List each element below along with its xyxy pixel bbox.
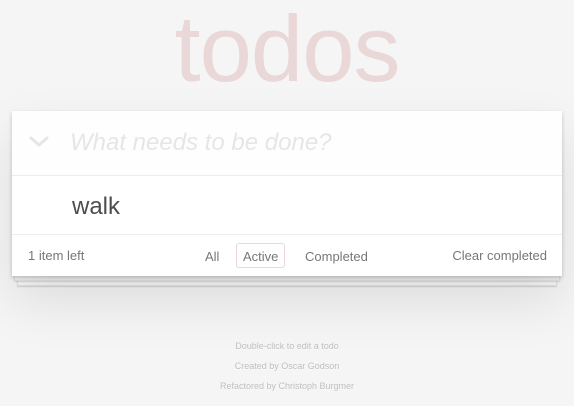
todo-footer: 1 item left All Active Completed Clear c… — [12, 235, 562, 276]
app-title: todos — [174, 0, 401, 101]
todo-count: 1 item left — [28, 248, 85, 263]
chevron-down-icon — [29, 136, 49, 147]
clear-completed-button[interactable]: Clear completed — [452, 235, 547, 276]
todo-complete-toggle[interactable] — [22, 185, 62, 225]
todo-app: todos walk 1 item left All Active Comple… — [0, 0, 574, 406]
todo-label[interactable]: walk — [72, 176, 120, 235]
filter-active[interactable]: Active — [236, 243, 286, 268]
todo-card: walk 1 item left All Active Completed Cl… — [12, 111, 562, 276]
toggle-all-button[interactable] — [28, 127, 50, 157]
filter-all[interactable]: All — [198, 243, 226, 268]
todo-item[interactable]: walk — [12, 176, 562, 235]
info-hint: Double-click to edit a todo — [235, 341, 339, 351]
new-todo-input[interactable] — [70, 121, 540, 165]
info-created-by: Created by Oscar Godson — [234, 361, 340, 371]
info-refactored-by: Refactored by Christoph Burgmer — [219, 381, 355, 391]
new-todo-row — [12, 111, 562, 176]
filter-completed[interactable]: Completed — [298, 243, 375, 268]
